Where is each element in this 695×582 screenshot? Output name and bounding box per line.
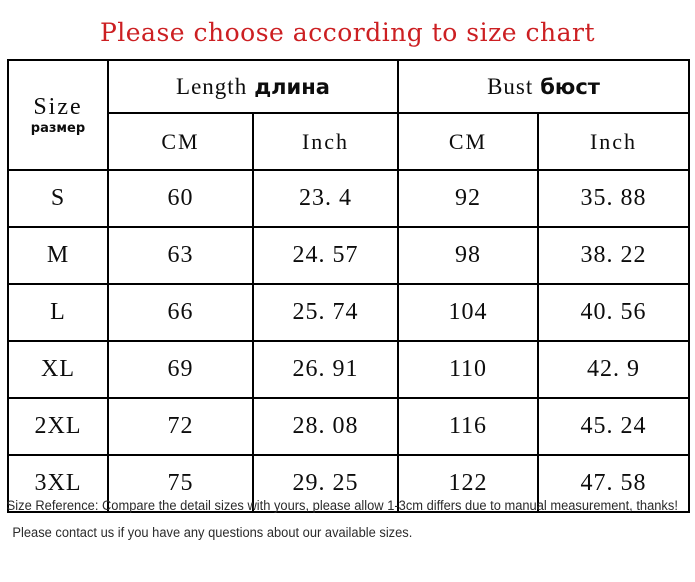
cell-length-inch: 23. 4 (252, 169, 399, 228)
cell-length-cm: 72 (107, 397, 254, 456)
cell-size: M (7, 226, 109, 285)
table-row: M 63 24. 57 98 38. 22 (7, 226, 691, 285)
header-bust-russian: бюст (540, 74, 600, 99)
header-size: Size размер (7, 59, 109, 171)
cell-bust-inch: 38. 22 (536, 226, 691, 285)
header-unit-length-inch: Inch (252, 112, 399, 171)
header-row-groups: Size размер Length длина Bust бюст (7, 59, 691, 171)
cell-bust-cm: 116 (397, 397, 539, 456)
cell-length-inch: 25. 74 (252, 283, 399, 342)
cell-bust-cm: 98 (397, 226, 539, 285)
cell-bust-inch: 45. 24 (536, 397, 691, 456)
header-length-english: Length (176, 73, 248, 99)
cell-length-cm: 66 (107, 283, 254, 342)
header-size-russian: размер (30, 120, 86, 136)
table-header: Size размер Length длина Bust бюст CM Inch… (7, 59, 691, 171)
note-contact-us: Please contact us if you have any questi… (12, 525, 413, 540)
header-unit-length-cm: CM (107, 112, 254, 171)
cell-size: 2XL (7, 397, 109, 456)
size-chart-page: Please choose according to size chart Si… (0, 0, 695, 582)
cell-length-cm: 69 (107, 340, 254, 399)
cell-bust-inch: 40. 56 (536, 283, 691, 342)
cell-size: S (7, 169, 109, 228)
note-size-reference: Size Reference: Compare the detail sizes… (6, 498, 678, 513)
cell-bust-inch: 42. 9 (536, 340, 691, 399)
cell-length-cm: 63 (107, 226, 254, 285)
table-row: 2XL 72 28. 08 116 45. 24 (7, 397, 691, 456)
cell-length-inch: 24. 57 (252, 226, 399, 285)
table-body: S 60 23. 4 92 35. 88 M 63 24. 57 98 38. … (7, 169, 691, 513)
header-group-bust: Bust бюст (396, 59, 691, 114)
cell-bust-cm: 104 (397, 283, 539, 342)
header-bust-english: Bust (487, 73, 534, 99)
cell-bust-cm: 92 (397, 169, 539, 228)
page-title: Please choose according to size chart (99, 18, 596, 47)
cell-length-inch: 26. 91 (252, 340, 399, 399)
table-row: XL 69 26. 91 110 42. 9 (7, 340, 691, 399)
cell-bust-inch: 35. 88 (536, 169, 691, 228)
footer-notes: Size Reference: Compare the detail sizes… (0, 498, 695, 540)
cell-bust-cm: 110 (397, 340, 539, 399)
header-row-units: CM Inch CM Inch (8, 112, 691, 171)
cell-length-cm: 60 (107, 169, 254, 228)
table-row: L 66 25. 74 104 40. 56 (7, 283, 691, 342)
header-group-length: Length длина (107, 59, 399, 114)
header-size-english: Size (33, 93, 83, 120)
header-length-russian: длина (254, 74, 330, 99)
header-unit-bust-cm: CM (397, 112, 539, 171)
cell-length-inch: 28. 08 (252, 397, 399, 456)
size-chart-table: Size размер Length длина Bust бюст CM Inch… (7, 59, 691, 513)
header-unit-bust-inch: Inch (536, 112, 691, 171)
cell-size: XL (7, 340, 109, 399)
cell-size: L (7, 283, 109, 342)
table-row: S 60 23. 4 92 35. 88 (7, 169, 691, 228)
